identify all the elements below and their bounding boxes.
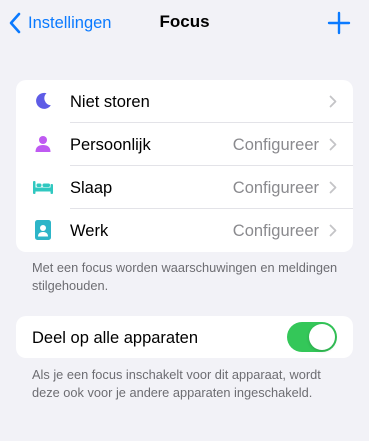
moon-icon: [32, 90, 54, 112]
focus-item-label: Werk: [70, 221, 109, 240]
focus-item-label: Niet storen: [70, 92, 150, 111]
focus-item-label: Slaap: [70, 178, 113, 197]
focus-item-value: Configureer: [232, 135, 319, 154]
share-footnote: Als je een focus inschakelt voor dit app…: [32, 367, 321, 400]
share-across-devices-row: Deel op alle apparaten: [16, 316, 353, 358]
focus-item-label: Persoonlijk: [70, 135, 151, 154]
toggle-knob: [309, 324, 335, 350]
share-across-devices-card: Deel op alle apparaten: [16, 316, 353, 358]
navigation-bar: Instellingen Focus: [0, 0, 369, 46]
chevron-right-icon: [329, 224, 337, 237]
focus-modes-list: Niet storen Persoonlijk Configureer Slaa…: [16, 80, 353, 252]
focus-item-value: Configureer: [232, 178, 319, 197]
person-icon: [32, 133, 54, 155]
share-across-devices-toggle[interactable]: [287, 322, 337, 352]
badge-icon: [32, 219, 54, 241]
focus-footnote: Met een focus worden waarschuwingen en m…: [32, 260, 338, 293]
chevron-right-icon: [329, 138, 337, 151]
bed-icon: [32, 176, 54, 198]
focus-item-slaap[interactable]: Slaap Configureer: [16, 166, 353, 209]
chevron-right-icon: [329, 95, 337, 108]
chevron-right-icon: [329, 181, 337, 194]
focus-item-persoonlijk[interactable]: Persoonlijk Configureer: [16, 123, 353, 166]
page-title: Focus: [159, 12, 210, 31]
focus-item-niet-storen[interactable]: Niet storen: [16, 80, 353, 123]
share-across-devices-label: Deel op alle apparaten: [32, 328, 199, 347]
focus-item-value: Configureer: [232, 221, 319, 240]
plus-icon[interactable]: [327, 11, 351, 35]
focus-item-werk[interactable]: Werk Configureer: [16, 209, 353, 252]
